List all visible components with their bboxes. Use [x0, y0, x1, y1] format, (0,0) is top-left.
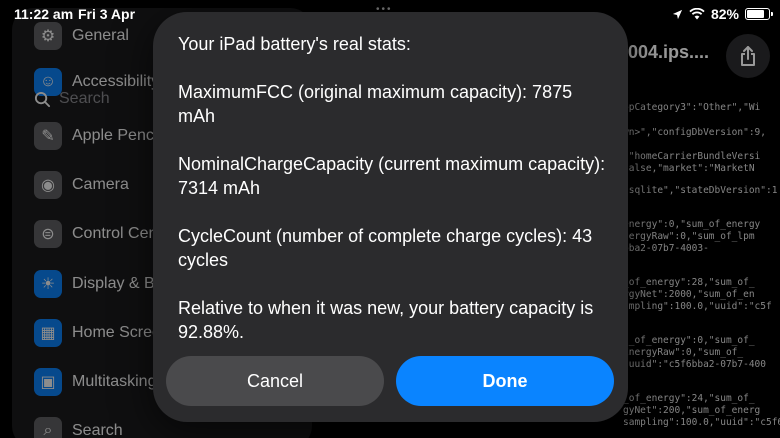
sidebar-item-label: Camera: [72, 176, 129, 193]
location-icon: [672, 9, 683, 19]
sidebar-item-label: Search: [72, 422, 123, 438]
log-line: /sqlite","stateDbVersion":1: [623, 185, 778, 196]
log-line: n_of_energy":0,"sum_of_: [623, 335, 755, 346]
sidebar-item-label: Multitasking: [72, 373, 157, 390]
sidebar-item-apple-pencil[interactable]: ✎ Apple Pencil: [34, 120, 161, 152]
multitasking-icon: ▣: [34, 368, 62, 396]
log-line: bba2-07b7-4003-: [623, 243, 709, 254]
search-icon: [34, 91, 51, 107]
dialog-line-max-fcc: MaximumFCC (original maximum capacity): …: [178, 82, 573, 126]
sidebar-item-search[interactable]: ⌕ Search: [34, 415, 123, 438]
cancel-button[interactable]: Cancel: [166, 356, 384, 406]
wifi-icon: [689, 8, 705, 20]
log-line: wn>","configDbVersion":9,: [623, 127, 766, 138]
sidebar-search[interactable]: Search: [34, 90, 110, 108]
log-line: _of_energy":28,"sum_of_: [623, 277, 755, 288]
share-button[interactable]: [726, 34, 770, 78]
done-button[interactable]: Done: [396, 356, 614, 406]
status-time: 11:22 am: [14, 6, 74, 22]
log-line: ppCategory3":"Other","Wi: [623, 102, 761, 113]
sidebar-item-label: General: [72, 27, 129, 44]
pencil-icon: ✎: [34, 122, 62, 150]
search-icon: ⌕: [34, 417, 62, 438]
camera-icon: ◉: [34, 171, 62, 199]
battery-fill: [747, 10, 765, 18]
control-centre-icon: ⊜: [34, 220, 62, 248]
sidebar-item-label: Accessibility: [72, 73, 160, 90]
log-line: nergyRaw":0,"sum_of_lpm: [623, 231, 755, 242]
dialog-line-cycle-count: CycleCount (number of complete charge cy…: [178, 226, 593, 270]
log-line: ,"homeCarrierBundleVersi: [623, 151, 761, 162]
search-placeholder: Search: [59, 90, 110, 107]
battery-percent: 82%: [710, 6, 739, 22]
dialog-line-nominal-capacity: NominalChargeCapacity (current maximum c…: [178, 154, 606, 198]
battery-stats-dialog: Your iPad battery's real stats: MaximumF…: [153, 12, 628, 422]
sidebar-item-multitasking[interactable]: ▣ Multitasking: [34, 366, 156, 398]
dialog-message: Your iPad battery's real stats: MaximumF…: [178, 32, 608, 344]
brightness-icon: ☀: [34, 270, 62, 298]
log-line: rgyNet":2000,"sum_of_en: [623, 289, 755, 300]
sidebar-item-home-screen[interactable]: ▦ Home Screen: [34, 317, 170, 349]
log-line: ampling":100.0,"uuid":"c5f: [623, 301, 772, 312]
log-line: _of_energy":24,"sum_of_: [623, 393, 755, 404]
log-line: EnergyRaw":0,"sum_of_: [623, 347, 744, 358]
log-line: gyNet":200,"sum_of_energ: [623, 405, 761, 416]
status-bar: 11:22 am Fri 3 Apr ••• 82%: [0, 0, 780, 28]
sidebar-item-label: Apple Pencil: [72, 127, 161, 144]
sidebar-item-camera[interactable]: ◉ Camera: [34, 169, 129, 201]
home-screen-icon: ▦: [34, 319, 62, 347]
multitasking-dots-icon[interactable]: •••: [376, 4, 393, 15]
log-line: false,"market":"MarketN: [623, 163, 755, 174]
log-line: sampling":100.0,"uuid":"c5f6: [623, 417, 780, 428]
log-line: "uuid":"c5f6bba2-07b7-400: [623, 359, 766, 370]
dialog-line-capacity-percent: Relative to when it was new, your batter…: [178, 298, 594, 342]
log-line: energy":0,"sum_of_energy: [623, 219, 761, 230]
file-title: 0004.ips....: [618, 42, 710, 62]
dialog-heading: Your iPad battery's real stats:: [178, 34, 411, 54]
status-indicators: 82%: [672, 6, 773, 22]
status-date: Fri 3 Apr: [78, 6, 136, 22]
share-icon: [741, 46, 755, 66]
battery-icon: [745, 8, 773, 20]
